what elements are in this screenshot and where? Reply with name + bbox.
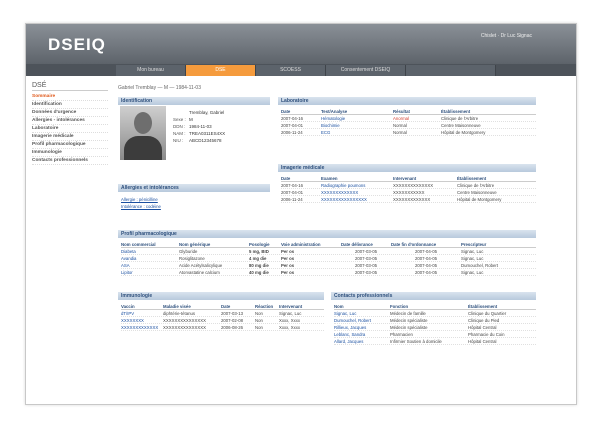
labs-header: Laboratoire	[278, 97, 536, 105]
table-header-row: Nom commercial Nom générique Posologie Voie…	[121, 241, 536, 248]
labs-table: Date Test/Analyse Résultat Établissement 20…	[281, 108, 536, 136]
id-niu: NIU : ABCD12345678	[173, 138, 222, 143]
table-row: 2007-04-01 Biochimie Normal Centre Maisonne…	[281, 122, 536, 129]
table-row: 2007-04-16 Radiographie poumons XXXXXXXXXX…	[281, 182, 536, 189]
imaging-table: Date Examen Intervenant Établissement 2007-…	[281, 175, 536, 203]
allergies-header: Allergies et intolérances	[118, 184, 270, 192]
table-row: Dumouchel, Robert Médecin spécialiste Clin…	[334, 317, 536, 324]
imaging-header: Imagerie médicale	[278, 164, 536, 172]
app-header: DSEIQ Chislet · Dr Luc Signac	[26, 24, 576, 64]
table-header-row: Date Test/Analyse Résultat Établissement	[281, 108, 536, 115]
table-row: XXXXXXXXXXXXX XXXXXXXXXXXXXXX 2006-08-26 No…	[121, 324, 324, 331]
id-name: Tremblay, Gabriel	[189, 110, 225, 115]
table-row: Signac, Luc Médecin de famille Clinique du…	[334, 310, 536, 317]
sidebar-title: DSÉ	[32, 82, 108, 91]
tab-scoess[interactable]: SCOESS	[256, 65, 326, 76]
tab-mon-bureau[interactable]: Mon bureau	[116, 65, 186, 76]
allergies-list: Allergie : pénicilline Intolérance : cod…	[121, 196, 266, 210]
sidebar-item-urgence[interactable]: Données d'urgence	[32, 109, 108, 117]
table-row: Rillieux, Jacques Médecin spécialiste Hôpi…	[334, 324, 536, 331]
id-ddn: DDN :1984-11-03	[173, 124, 212, 129]
sidebar-item-contacts[interactable]: Contacts professionnels	[32, 157, 108, 165]
table-row: Diabeta Glyburide 5 mg, BID Per os 2007-03-0…	[121, 248, 536, 255]
table-header-row: Vaccin Maladie visée Date Réaction Intervena…	[121, 303, 324, 310]
immuno-header: Immunologie	[118, 292, 324, 300]
sidebar-item-sommaire[interactable]: Sommaire	[32, 93, 108, 101]
table-row: 2007-04-01 XXXXXXXXXXXXX XXXXXXXXXXX Centre…	[281, 189, 536, 196]
identification-header: Identification	[118, 97, 270, 105]
table-header-row: Nom Fonction Établissement	[334, 303, 536, 310]
pharma-header: Profil pharmacologique	[118, 230, 536, 238]
patient-photo	[120, 106, 166, 160]
patient-summary: Gabriel Tremblay — M — 1984-11-03	[118, 85, 201, 91]
sidebar-item-immunologie[interactable]: Immunologie	[32, 149, 108, 157]
sidebar-item-allergies[interactable]: Allergies - intolérances	[32, 117, 108, 125]
table-row: ASA Acide Acétylsalicylique 80 mg die Per o…	[121, 262, 536, 269]
allergy-item[interactable]: Allergie : pénicilline	[121, 196, 266, 203]
main-nav: Mon bureau DSE SCOESS Consentement DSEIQ	[26, 64, 576, 76]
tab-empty	[406, 65, 496, 76]
window: DSEIQ Chislet · Dr Luc Signac Mon bureau…	[25, 23, 577, 405]
table-row: 2006-11-24 XXXXXXXXXXXXXXXX XXXXXXXXXXXXX H…	[281, 196, 536, 203]
table-row: Allard, Jacques Infirmier Soutien à domic…	[334, 338, 536, 345]
table-row: Lipitor Atorvastatine calcium 40 mg die Per…	[121, 269, 536, 276]
table-header-row: Date Examen Intervenant Établissement	[281, 175, 536, 182]
sidebar-item-laboratoire[interactable]: Laboratoire	[32, 125, 108, 133]
pharma-table: Nom commercial Nom générique Posologie Voie…	[121, 241, 536, 276]
tab-consentement[interactable]: Consentement DSEIQ	[326, 65, 406, 76]
sidebar-item-imagerie[interactable]: Imagerie médicale	[32, 133, 108, 141]
table-row: dT/IPV diphtérie-tétanus 2007-03-13 Non Sign…	[121, 310, 324, 317]
contacts-table: Nom Fonction Établissement Signac, Luc Méde…	[334, 303, 536, 345]
sidebar-item-pharmaco[interactable]: Profil pharmacologique	[32, 141, 108, 149]
tab-dse[interactable]: DSE	[186, 65, 256, 76]
table-row: XXXXXXXX XXXXXXXXXXXXXXX 2007-02-08 Non Xxxx…	[121, 317, 324, 324]
id-nam: NAM : TREA0311ES4XX	[173, 131, 226, 136]
allergy-item[interactable]: Intolérance : codéine	[121, 203, 266, 210]
table-row: Avandia Rosiglitazone 4 mg die Per os 2007-0…	[121, 255, 536, 262]
contacts-header: Contacts professionnels	[331, 292, 536, 300]
table-row: 2007-04-16 Hématologie Anormal Clinique de …	[281, 115, 536, 122]
sidebar: DSÉ Sommaire Identification Données d'ur…	[32, 82, 108, 165]
user-info[interactable]: Chislet · Dr Luc Signac	[481, 33, 532, 39]
table-row: 2006-11-24 ECG Normal Hôpital de Montgomery	[281, 129, 536, 136]
table-row: Leblanc, Sandra Pharmacien Pharmacie du Co…	[334, 331, 536, 338]
sidebar-item-identification[interactable]: Identification	[32, 101, 108, 109]
app-logo: DSEIQ	[48, 35, 106, 54]
immuno-table: Vaccin Maladie visée Date Réaction Intervena…	[121, 303, 324, 331]
id-sexe: Sexe :M	[173, 117, 193, 122]
